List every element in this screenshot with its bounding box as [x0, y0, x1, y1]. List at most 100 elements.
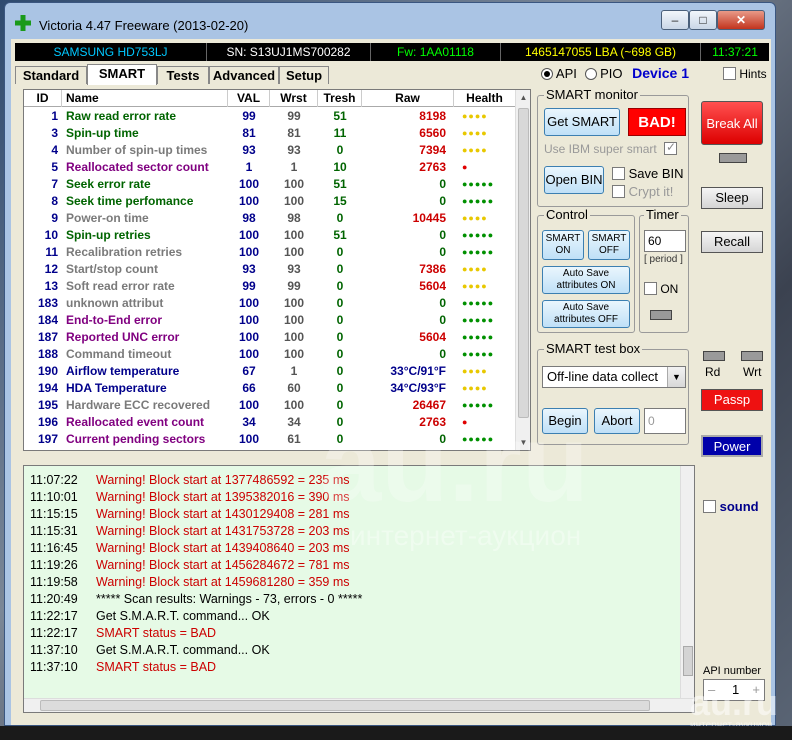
cell-id: 190	[37, 364, 58, 378]
cell-tresh: 0	[336, 381, 344, 395]
table-row[interactable]: 4 Number of spin-up times 93 93 0 7394 ●●●●	[24, 142, 516, 159]
tab-setup[interactable]: Setup	[279, 66, 329, 84]
app-cross-icon	[15, 15, 31, 31]
hints-label: Hints	[739, 67, 767, 81]
log-vscroll[interactable]	[680, 466, 694, 698]
test-type-select[interactable]: Off-line data collect ▼	[542, 366, 686, 388]
table-row[interactable]: 8 Seek time perfomance 100 100 15 0 ●●●●●	[24, 193, 516, 210]
cell-id: 3	[51, 126, 58, 140]
table-scrollbar[interactable]: ▲ ▼	[515, 90, 530, 450]
log-vscroll-thumb[interactable]	[683, 646, 693, 676]
cell-val: 98	[242, 211, 256, 225]
table-scroll-thumb[interactable]	[518, 108, 529, 418]
tab-advanced[interactable]: Advanced	[209, 66, 279, 84]
crypt-checkbox[interactable]	[612, 185, 625, 198]
table-row[interactable]: 188 Command timeout 100 100 0 0 ●●●●●	[24, 346, 516, 363]
table-row[interactable]: 1 Raw read error rate 99 99 51 8198 ●●●●	[24, 108, 516, 125]
smart-test-panel: SMART test box Off-line data collect ▼ B…	[537, 341, 689, 445]
tab-smart[interactable]: SMART	[87, 64, 157, 85]
get-smart-button[interactable]: Get SMART	[544, 108, 620, 136]
col-tresh[interactable]: Tresh	[318, 90, 362, 107]
begin-test-button[interactable]: Begin	[542, 408, 588, 434]
scroll-up-icon[interactable]: ▲	[516, 90, 530, 105]
hints-checkbox[interactable]	[723, 67, 736, 80]
minimize-button[interactable]: –	[661, 10, 689, 30]
timer-on-option[interactable]: ON	[644, 282, 678, 296]
log-line: 11:15:15 Warning! Block start at 14301294…	[30, 506, 350, 523]
table-row[interactable]: 12 Start/stop count 93 93 0 7386 ●●●●	[24, 261, 516, 278]
pio-radio[interactable]	[584, 68, 597, 80]
device-label[interactable]: Device 1	[632, 65, 689, 81]
table-row[interactable]: 190 Airflow temperature 67 1 0 33°C/91°F ●●●●	[24, 363, 516, 380]
cell-id: 1	[51, 109, 58, 123]
table-row[interactable]: 187 Reported UNC error 100 100 0 5604 ●●●●●	[24, 329, 516, 346]
table-row[interactable]: 5 Reallocated sector count 1 1 10 2763 ●	[24, 159, 516, 176]
table-row[interactable]: 3 Spin-up time 81 81 11 6560 ●●●●	[24, 125, 516, 142]
col-raw[interactable]: Raw	[362, 90, 454, 107]
sound-checkbox[interactable]	[703, 500, 716, 513]
recall-button[interactable]: Recall	[701, 231, 763, 253]
log-line: 11:37:10 Get S.M.A.R.T. command... OK	[30, 642, 270, 659]
log-line: 11:07:22 Warning! Block start at 13774865…	[30, 472, 350, 489]
power-button[interactable]: Power	[701, 435, 763, 457]
scroll-down-icon[interactable]: ▼	[516, 435, 530, 450]
col-id[interactable]: ID	[24, 90, 62, 107]
col-wrst[interactable]: Wrst	[270, 90, 318, 107]
cell-val: 67	[242, 364, 256, 378]
sound-option[interactable]: sound	[703, 499, 759, 514]
passp-button[interactable]: Passp	[701, 389, 763, 411]
cell-health: ●●●●●	[462, 332, 495, 342]
sound-label: sound	[719, 499, 759, 514]
tab-tests[interactable]: Tests	[157, 66, 209, 84]
table-row[interactable]: 7 Seek error rate 100 100 51 0 ●●●●●	[24, 176, 516, 193]
title-bar[interactable]: Victoria 4.47 Freeware (2013-02-20) – □ …	[5, 3, 775, 39]
table-row[interactable]: 184 End-to-End error 100 100 0 0 ●●●●●	[24, 312, 516, 329]
cell-name: Hardware ECC recovered	[66, 398, 211, 412]
timer-on-label: ON	[660, 282, 679, 296]
smart-on-button[interactable]: SMART ON	[542, 230, 584, 260]
cell-name: unknown attribut	[66, 296, 164, 310]
col-health[interactable]: Health	[454, 90, 516, 107]
cell-raw: 0	[439, 296, 446, 310]
close-button[interactable]: ✕	[717, 10, 765, 30]
crypt-option[interactable]: Crypt it!	[612, 184, 673, 199]
col-name[interactable]: Name	[62, 90, 228, 107]
col-val[interactable]: VAL	[228, 90, 270, 107]
table-row[interactable]: 194 HDA Temperature 66 60 0 34°C/93°F ●●●●	[24, 380, 516, 397]
table-row[interactable]: 183 unknown attribut 100 100 0 0 ●●●●●	[24, 295, 516, 312]
save-bin-option[interactable]: Save BIN	[612, 166, 684, 181]
pio-label: PIO	[600, 66, 623, 81]
log-message: Warning! Block start at 1377486592 = 235…	[96, 473, 350, 487]
timer-period-input[interactable]: 60	[644, 230, 686, 252]
ibm-super-smart-checkbox[interactable]	[664, 140, 678, 155]
open-bin-button[interactable]: Open BIN	[544, 166, 604, 194]
timer-label: Timer	[644, 207, 681, 222]
table-row[interactable]: 10 Spin-up retries 100 100 51 0 ●●●●●	[24, 227, 516, 244]
abort-test-button[interactable]: Abort	[594, 408, 640, 434]
save-bin-checkbox[interactable]	[612, 167, 625, 180]
log-line: 11:22:17 Get S.M.A.R.T. command... OK	[30, 608, 270, 625]
table-row[interactable]: 13 Soft read error rate 99 99 0 5604 ●●●●	[24, 278, 516, 295]
timer-on-checkbox[interactable]	[644, 282, 657, 295]
ibm-super-smart-option[interactable]: Use IBM super smart	[544, 140, 678, 156]
log-hscroll[interactable]	[24, 698, 694, 712]
cell-wrst: 61	[287, 432, 301, 446]
cell-raw: 34°C/93°F	[390, 381, 446, 395]
table-row[interactable]: 196 Reallocated event count 34 34 0 2763 ●	[24, 414, 516, 431]
sleep-button[interactable]: Sleep	[701, 187, 763, 209]
table-row[interactable]: 197 Current pending sectors 100 61 0 0 ●●●●●	[24, 431, 516, 448]
chevron-down-icon[interactable]: ▼	[667, 367, 685, 387]
table-row[interactable]: 9 Power-on time 98 98 0 10445 ●●●●	[24, 210, 516, 227]
break-all-button[interactable]: Break All	[701, 101, 763, 145]
autosave-off-button[interactable]: Auto Save attributes OFF	[542, 300, 630, 328]
table-row[interactable]: 195 Hardware ECC recovered 100 100 0 26467 ●●●…	[24, 397, 516, 414]
hints-toggle[interactable]: Hints	[723, 67, 767, 81]
table-row[interactable]: 11 Recalibration retries 100 100 0 0 ●●●●●	[24, 244, 516, 261]
api-radio[interactable]	[541, 68, 553, 80]
maximize-button[interactable]: □	[689, 10, 717, 30]
log-time: 11:22:17	[30, 626, 78, 640]
smart-off-button[interactable]: SMART OFF	[588, 230, 630, 260]
log-hscroll-thumb[interactable]	[40, 700, 650, 711]
tab-standard[interactable]: Standard	[15, 66, 87, 84]
autosave-on-button[interactable]: Auto Save attributes ON	[542, 266, 630, 294]
